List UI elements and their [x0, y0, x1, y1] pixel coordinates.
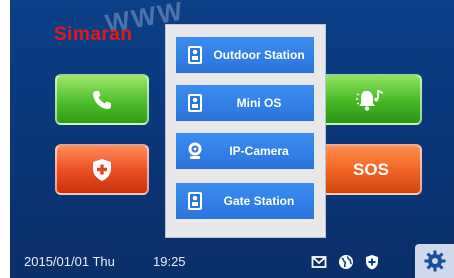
intercom-panel-icon — [188, 192, 202, 210]
menu-item-gate-station[interactable]: Gate Station — [176, 183, 314, 219]
status-date: 2015/01/01 Thu — [24, 254, 115, 269]
security-tile[interactable] — [55, 144, 149, 195]
shield-plus-icon — [93, 158, 111, 181]
menu-item-mini-os[interactable]: Mini OS — [176, 85, 314, 121]
message-icon[interactable] — [311, 254, 327, 270]
menu-item-label: Outdoor Station — [213, 48, 305, 62]
menu-item-label: Gate Station — [223, 194, 295, 208]
home-screen: WWW Simaran SOS Outdoor Station Mini OS … — [10, 0, 454, 278]
gear-icon — [424, 250, 446, 272]
intercom-panel-icon — [188, 94, 202, 112]
sos-tile[interactable]: SOS — [320, 144, 422, 195]
menu-item-outdoor-station[interactable]: Outdoor Station — [176, 37, 314, 73]
brand-logo: Simaran — [54, 24, 133, 45]
shield-plus-icon[interactable] — [364, 254, 380, 270]
bell-music-icon — [356, 89, 383, 111]
sos-label: SOS — [353, 159, 389, 179]
menu-item-label: Mini OS — [236, 96, 282, 110]
ringtone-tile[interactable] — [320, 74, 422, 125]
settings-button[interactable] — [415, 244, 454, 278]
monitor-popup-menu: Outdoor Station Mini OS IP-Camera Gate S… — [165, 24, 326, 238]
call-tile[interactable] — [55, 74, 149, 125]
menu-item-ip-camera[interactable]: IP-Camera — [176, 133, 314, 169]
menu-item-label: IP-Camera — [229, 144, 289, 158]
intercom-panel-icon — [188, 46, 202, 64]
globe-icon[interactable] — [338, 254, 354, 270]
status-time: 19:25 — [153, 254, 186, 269]
camera-icon — [188, 142, 202, 159]
phone-icon — [93, 90, 111, 109]
